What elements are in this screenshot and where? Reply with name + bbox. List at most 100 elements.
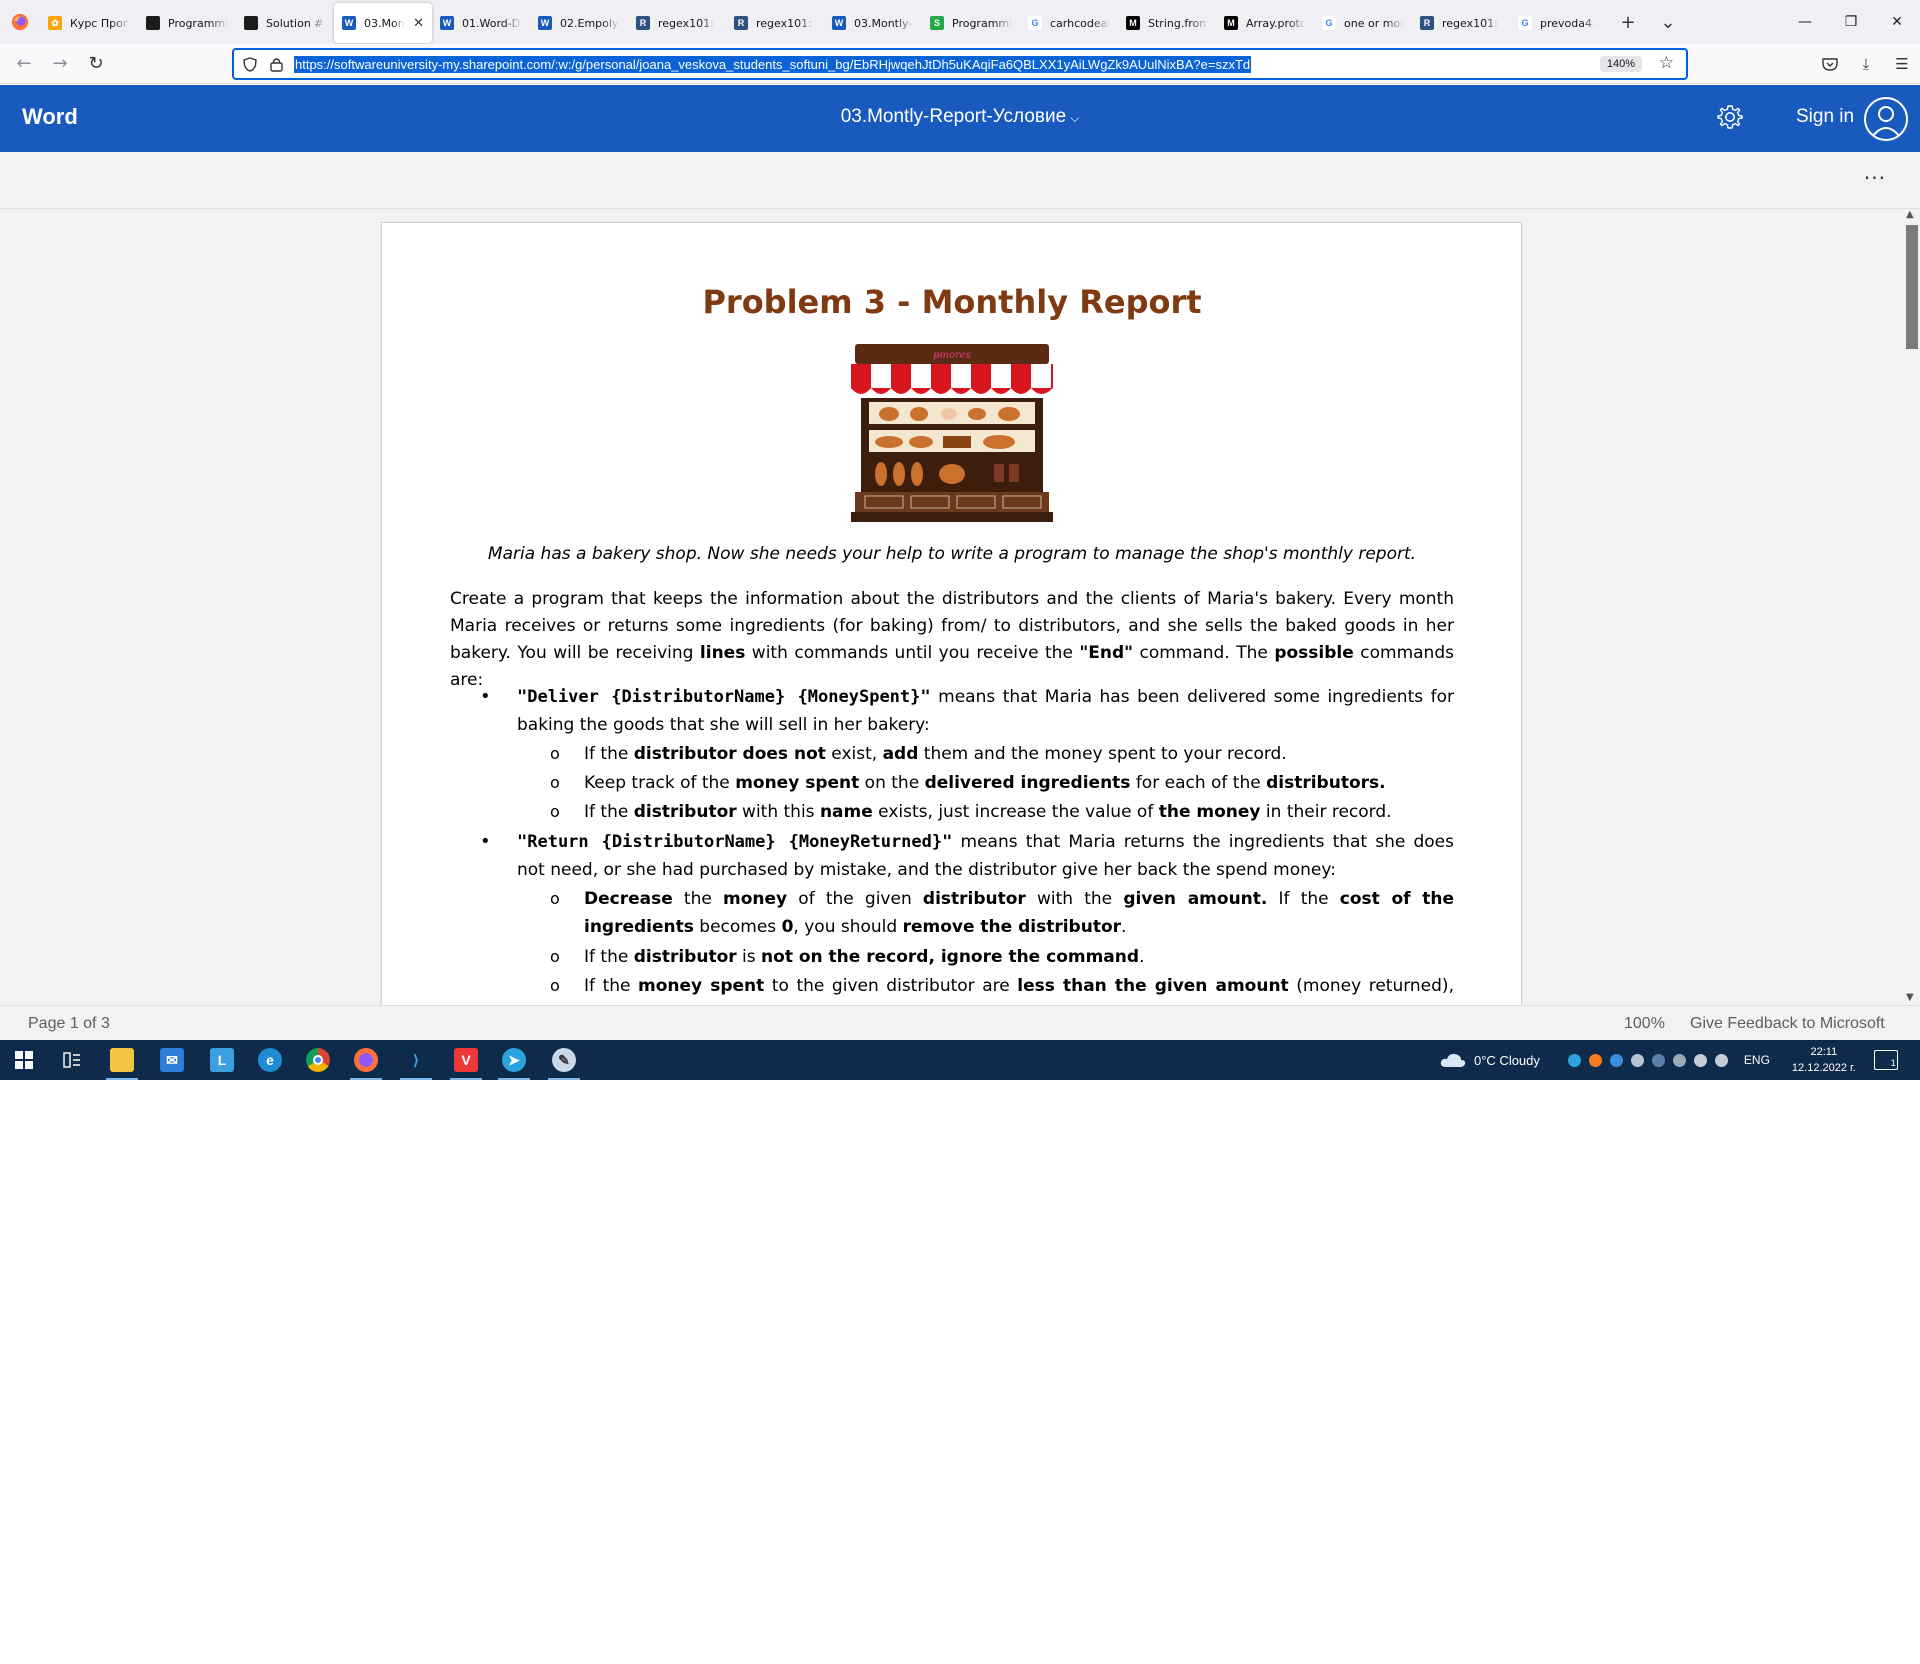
downloads-icon[interactable]: ⤓: [1848, 48, 1884, 80]
meet-tray-icon[interactable]: [1630, 1053, 1644, 1067]
tab-9[interactable]: S Programming: [922, 3, 1020, 43]
edge-icon[interactable]: e: [246, 1040, 294, 1080]
clock-date: 12.12.2022 г.: [1791, 1062, 1856, 1074]
firefox-menu-icon[interactable]: [0, 0, 40, 44]
list-all-tabs-icon[interactable]: ⌄: [1648, 0, 1688, 44]
wifi-icon[interactable]: [1693, 1053, 1707, 1067]
document-title-button[interactable]: 03.Montly-Report-Условие ⌵: [0, 106, 1920, 128]
notifications-icon[interactable]: 1: [1873, 1050, 1898, 1070]
weather-widget[interactable]: 0°C Cloudy: [1440, 1052, 1540, 1068]
circle-bullet-icon: o: [550, 802, 560, 821]
scroll-up-icon[interactable]: ▲: [1906, 209, 1914, 220]
text-run: If the: [584, 947, 634, 967]
task-view-icon[interactable]: [48, 1040, 96, 1080]
bookmark-star-icon[interactable]: ☆: [1659, 53, 1674, 73]
status-bar: Page 1 of 3 100% Give Feedback to Micros…: [0, 1005, 1920, 1040]
app-menu-icon[interactable]: ☰: [1884, 48, 1920, 80]
avatar-icon[interactable]: [1864, 97, 1908, 141]
mail-icon[interactable]: ✉: [148, 1040, 196, 1080]
zoom-level[interactable]: 100%: [1624, 1015, 1665, 1033]
minimize-icon[interactable]: —: [1782, 0, 1828, 44]
tab-13[interactable]: Gone or more: [1314, 3, 1412, 43]
text-run: Decrease: [584, 889, 673, 909]
softuni-icon: ✿: [48, 16, 62, 30]
tab-15[interactable]: Gprevoda4 -: [1510, 3, 1608, 43]
settings-gear-icon[interactable]: [1716, 103, 1744, 131]
feedback-link[interactable]: Give Feedback to Microsoft: [1690, 1015, 1885, 1033]
text-run: exist,: [825, 744, 883, 764]
tab-label: carhcodeat: [1050, 16, 1110, 30]
tab-label: Курс Програмирање: [70, 16, 130, 30]
windows-start-icon[interactable]: [0, 1040, 48, 1080]
vertical-scrollbar[interactable]: ▲ ▼: [1902, 209, 1920, 1005]
reload-icon[interactable]: ↻: [78, 48, 114, 80]
tracking-shield-icon[interactable]: [242, 56, 258, 72]
weather-text: 0°C Cloudy: [1474, 1052, 1540, 1068]
text-run: the money: [1158, 802, 1261, 822]
tab-4[interactable]: W 01.Word-D: [432, 3, 530, 43]
text-run: If the: [584, 976, 639, 996]
volume-icon[interactable]: [1714, 1053, 1728, 1067]
language-indicator[interactable]: ENG: [1744, 1053, 1770, 1067]
tab-0[interactable]: ✿ Курс Програмирање: [40, 3, 138, 43]
scrollbar-thumb[interactable]: [1906, 225, 1918, 349]
tab-12[interactable]: M Array.proto: [1216, 3, 1314, 43]
back-icon[interactable]: ←: [6, 48, 42, 80]
text-run: to the given distributor are: [764, 976, 1018, 996]
tab-label: 03.Montly-: [854, 16, 913, 30]
vscode-icon[interactable]: ⟩: [392, 1040, 440, 1080]
text-run: .: [1139, 947, 1145, 967]
tab-5[interactable]: W 02.Empolyees: [530, 3, 628, 43]
tab-3[interactable]: W 03.Montly ✕: [334, 3, 432, 43]
deliver-command: "Deliver {DistributorName} {MoneySpent}": [517, 687, 931, 707]
firefox-icon[interactable]: [342, 1040, 390, 1080]
zoom-indicator[interactable]: 140%: [1599, 56, 1642, 72]
text-run: them and the money spent to your record.: [918, 744, 1287, 764]
text-run: command. The: [1133, 643, 1275, 663]
lock-icon[interactable]: [268, 56, 284, 72]
app-tray-icon[interactable]: [1609, 1053, 1623, 1067]
scroll-down-icon[interactable]: ▼: [1906, 992, 1914, 1003]
word-icon: W: [440, 16, 454, 30]
text-run: not on the record, ignore the command: [761, 947, 1140, 967]
l-app-icon[interactable]: L: [198, 1040, 246, 1080]
tab-8[interactable]: W 03.Montly-: [824, 3, 922, 43]
vivaldi-icon[interactable]: V: [442, 1040, 490, 1080]
telegram-tray-icon[interactable]: [1567, 1053, 1581, 1067]
sign-in-link[interactable]: Sign in: [1796, 106, 1854, 128]
new-tab-button[interactable]: +: [1608, 0, 1648, 44]
telegram-icon[interactable]: ➤: [490, 1040, 538, 1080]
tab-7[interactable]: Rregex101: b: [726, 3, 824, 43]
skype-tray-icon[interactable]: [1651, 1053, 1665, 1067]
tab-label: 01.Word-D: [462, 16, 521, 30]
regex-icon: R: [1420, 16, 1434, 30]
clock[interactable]: 22:11 12.12.2022 г.: [1792, 1044, 1856, 1076]
chrome-icon[interactable]: [294, 1040, 342, 1080]
pocket-icon[interactable]: [1812, 48, 1848, 80]
text-run: If the: [1267, 889, 1340, 909]
tab-6[interactable]: Rregex101: b: [628, 3, 726, 43]
tab-strip: ✿ Курс Програмирање Programming Solution # W…: [0, 0, 1920, 44]
paint-icon[interactable]: ✎: [540, 1040, 588, 1080]
tab-10[interactable]: Gcarhcodeat: [1020, 3, 1118, 43]
battery-icon[interactable]: [1672, 1053, 1686, 1067]
word-icon: W: [832, 16, 846, 30]
terminal-icon: [146, 16, 160, 30]
restore-icon[interactable]: ❐: [1828, 0, 1874, 44]
tab-2[interactable]: Solution #: [236, 3, 334, 43]
close-window-icon[interactable]: ✕: [1874, 0, 1920, 44]
url-bar[interactable]: https://softwareuniversity-my.sharepoint…: [232, 48, 1688, 80]
text-run: If the: [584, 744, 634, 764]
close-tab-icon[interactable]: ✕: [413, 16, 424, 31]
rss-tray-icon[interactable]: [1588, 1053, 1602, 1067]
tab-11[interactable]: M String.from: [1118, 3, 1216, 43]
forward-icon[interactable]: →: [42, 48, 78, 80]
tab-label: one or more: [1344, 16, 1404, 30]
file-explorer-icon[interactable]: [98, 1040, 146, 1080]
tab-14[interactable]: Rregex101: b: [1412, 3, 1510, 43]
more-options-icon[interactable]: ···: [1864, 166, 1886, 190]
url-text[interactable]: https://softwareuniversity-my.sharepoint…: [294, 55, 1252, 73]
document-canvas: Problem 3 - Monthly Report ᵽmores Maria …: [0, 209, 1920, 1005]
tab-1[interactable]: Programming: [138, 3, 236, 43]
text-run: If the: [584, 802, 634, 822]
